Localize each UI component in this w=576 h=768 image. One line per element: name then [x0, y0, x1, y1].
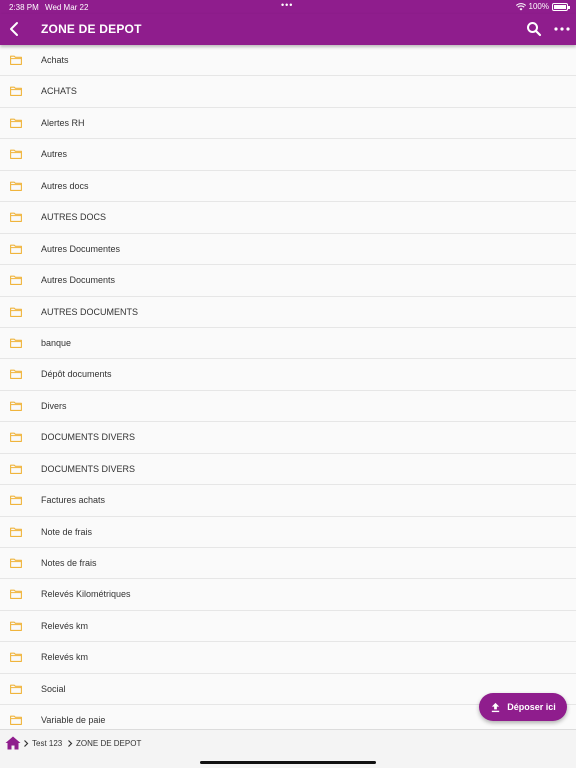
- folder-item[interactable]: Relevés km: [0, 642, 576, 674]
- folder-icon: [10, 275, 22, 286]
- folder-item[interactable]: Dépôt documents: [0, 359, 576, 391]
- folder-label: Dépôt documents: [41, 369, 112, 380]
- home-indicator[interactable]: [200, 761, 376, 764]
- status-bar: 2:38 PM Wed Mar 22 ••• 100%: [0, 0, 576, 14]
- folder-item[interactable]: Factures achats: [0, 485, 576, 517]
- folder-item[interactable]: ACHATS: [0, 76, 576, 108]
- folder-item[interactable]: DOCUMENTS DIVERS: [0, 453, 576, 486]
- chevron-right-icon: [68, 740, 73, 747]
- folder-label: Autres docs: [41, 180, 89, 191]
- folder-icon: [10, 149, 22, 160]
- folder-icon: [10, 338, 22, 348]
- folder-icon: [10, 55, 22, 65]
- folder-label: Autres Documentes: [41, 243, 121, 254]
- folder-label: Alertes RH: [41, 117, 85, 128]
- folder-item[interactable]: Notes de frais: [0, 548, 576, 580]
- folder-icon: [10, 370, 22, 380]
- deposit-here-button[interactable]: Déposer ici: [479, 693, 567, 721]
- folder-icon: [10, 715, 22, 726]
- more-options-icon[interactable]: [553, 21, 571, 37]
- folder-label: Variable de paie: [41, 715, 106, 726]
- folder-icon: [10, 590, 22, 600]
- app-bar: ZONE DE DEPOT: [0, 14, 576, 45]
- status-left: 2:38 PM Wed Mar 22: [9, 3, 92, 12]
- wifi-icon: [515, 2, 526, 10]
- home-icon[interactable]: [5, 736, 21, 750]
- folder-item[interactable]: Divers: [0, 390, 576, 423]
- folder-item[interactable]: AUTRES DOCUMENTS: [0, 296, 576, 328]
- folder-list: Achats ACHATS Alertes RH Autres Autres docs A…: [0, 45, 576, 729]
- folder-label: Achats: [41, 55, 69, 65]
- folder-item[interactable]: Autres Documentes: [0, 233, 576, 266]
- folder-icon: [10, 558, 22, 568]
- multitasking-dots[interactable]: •••: [281, 0, 293, 10]
- folder-label: Divers: [41, 400, 67, 411]
- folder-item[interactable]: Relevés km: [0, 610, 576, 643]
- search-icon[interactable]: [526, 21, 542, 37]
- folder-icon: [10, 684, 22, 694]
- folder-label: Note de frais: [41, 526, 93, 537]
- folder-label: Relevés Kilométriques: [41, 589, 131, 600]
- folder-item[interactable]: Autres docs: [0, 170, 576, 203]
- back-icon[interactable]: [6, 20, 24, 38]
- folder-icon: [10, 401, 22, 411]
- folder-icon: [10, 307, 22, 317]
- chevron-right-icon: [24, 740, 29, 747]
- folder-label: Autres: [41, 149, 68, 160]
- folder-icon: [10, 652, 22, 663]
- folder-label: ACHATS: [41, 86, 77, 97]
- folder-item[interactable]: Note de frais: [0, 516, 576, 548]
- deposit-here-label: Déposer ici: [507, 702, 556, 712]
- breadcrumb-item-current: ZONE DE DEPOT: [76, 739, 142, 748]
- folder-icon: [10, 118, 22, 128]
- battery-percent: 100%: [528, 2, 549, 11]
- folder-icon: [10, 495, 22, 506]
- folder-icon: [10, 244, 22, 254]
- folder-icon: [10, 527, 22, 537]
- upload-icon: [492, 702, 500, 712]
- folder-icon: [10, 464, 22, 474]
- folder-icon: [10, 212, 22, 223]
- folder-icon: [10, 432, 22, 443]
- status-date: Wed Mar 22: [45, 3, 89, 12]
- folder-label: AUTRES DOCUMENTS: [41, 306, 139, 317]
- folder-item[interactable]: AUTRES DOCS: [0, 202, 576, 234]
- folder-item[interactable]: Autres: [0, 139, 576, 171]
- folder-label: Factures achats: [41, 495, 106, 506]
- breadcrumb-bar: Test 123 ZONE DE DEPOT: [0, 729, 576, 768]
- folder-item[interactable]: Achats: [0, 45, 576, 77]
- folder-label: Notes de frais: [41, 558, 97, 568]
- folder-label: banque: [41, 337, 72, 348]
- folder-item[interactable]: banque: [0, 327, 576, 360]
- folder-item[interactable]: Autres Documents: [0, 265, 576, 297]
- folder-item[interactable]: Relevés Kilométriques: [0, 579, 576, 611]
- breadcrumb-item-test-123[interactable]: Test 123: [32, 739, 62, 748]
- folder-item[interactable]: DOCUMENTS DIVERS: [0, 422, 576, 454]
- folder-icon: [10, 87, 22, 97]
- battery-icon: [552, 2, 570, 11]
- folder-label: Relevés km: [41, 652, 89, 663]
- folder-label: DOCUMENTS DIVERS: [41, 463, 136, 474]
- folder-icon: [10, 621, 22, 631]
- folder-label: DOCUMENTS DIVERS: [41, 432, 136, 443]
- folder-icon: [10, 181, 22, 191]
- folder-item[interactable]: Alertes RH: [0, 107, 576, 140]
- folder-label: AUTRES DOCS: [41, 212, 107, 223]
- status-right: 100%: [515, 2, 570, 11]
- page-title: ZONE DE DEPOT: [41, 22, 142, 36]
- folder-label: Relevés km: [41, 620, 89, 631]
- status-time: 2:38 PM: [9, 3, 39, 12]
- folder-label: Social: [41, 683, 66, 694]
- folder-label: Autres Documents: [41, 275, 116, 286]
